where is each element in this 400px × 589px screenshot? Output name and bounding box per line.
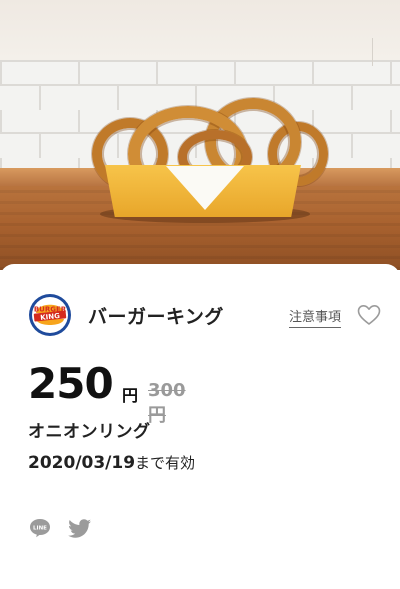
hero-wall: [0, 0, 400, 60]
original-price: 300円: [148, 380, 186, 426]
line-icon-label: LINE: [33, 526, 47, 532]
twitter-icon[interactable]: [68, 519, 92, 539]
coupon-card: BURGER KING バーガーキング 注意事項 250 円 300円 オニオン…: [0, 264, 400, 589]
item-name: オニオンリング: [28, 422, 151, 442]
coupon-page: BURGER KING バーガーキング 注意事項 250 円 300円 オニオン…: [0, 0, 400, 589]
notes-link[interactable]: 注意事項: [289, 306, 342, 328]
shop-name: バーガーキング: [88, 306, 224, 328]
burger-king-logo: BURGER KING: [29, 294, 71, 336]
hero-image: [0, 0, 400, 270]
validity-text: 2020/03/19まで有効: [28, 452, 195, 473]
valid-suffix: まで有効: [135, 454, 196, 472]
discount-price: 250: [28, 359, 114, 408]
heart-icon[interactable]: [357, 304, 381, 326]
hero-decor-line: [372, 38, 373, 66]
price-unit: 円: [122, 386, 139, 405]
line-icon[interactable]: LINE: [29, 518, 51, 538]
valid-date: 2020/03/19: [28, 453, 136, 473]
